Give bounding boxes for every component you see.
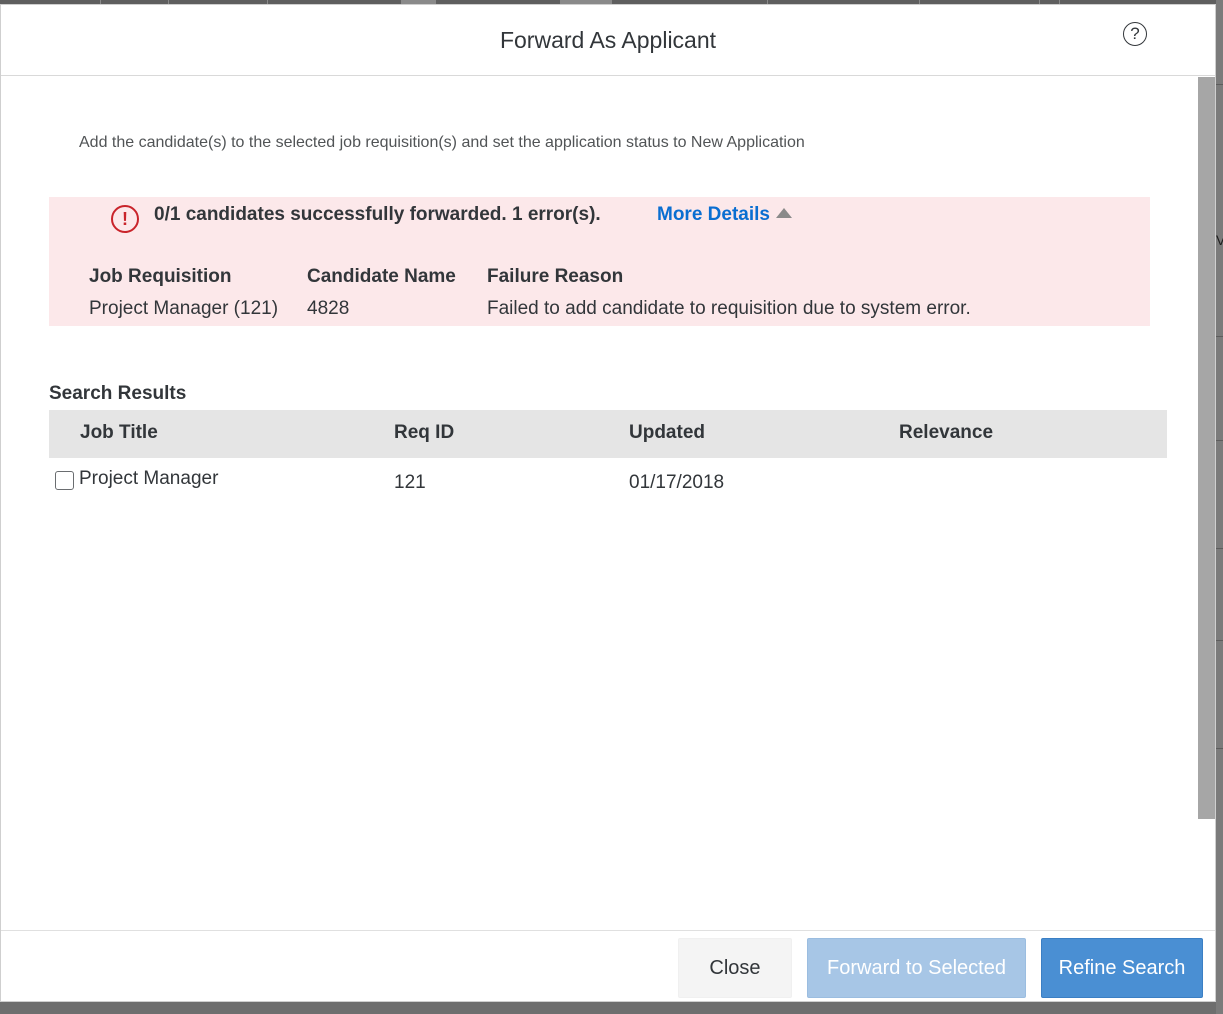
error-col-failure-reason: Failure Reason [487, 266, 624, 287]
more-details-label: More Details [657, 204, 770, 225]
dialog-description: Add the candidate(s) to the selected job… [79, 134, 805, 151]
dialog-body: Add the candidate(s) to the selected job… [1, 76, 1197, 930]
error-col-candidate-name: Candidate Name [307, 266, 456, 287]
error-message-strip: ! 0/1 candidates successfully forwarded.… [49, 197, 1150, 326]
backdrop-divider [1216, 748, 1223, 749]
backdrop-edge [1216, 0, 1223, 1014]
error-summary: 0/1 candidates successfully forwarded. 1… [154, 204, 601, 225]
results-table-header: Job Title Req ID Updated Relevance [49, 410, 1167, 458]
col-updated[interactable]: Updated [629, 422, 705, 444]
error-failure-reason: Failed to add candidate to requisition d… [487, 298, 971, 319]
backdrop-divider [1216, 440, 1223, 441]
backdrop-edge-glyph: V [1216, 232, 1223, 248]
dialog-header: Forward As Applicant ? [1, 5, 1215, 76]
help-icon[interactable]: ? [1123, 22, 1147, 46]
dialog-title: Forward As Applicant [499, 27, 717, 53]
error-col-job-requisition: Job Requisition [89, 266, 232, 287]
job-title-cell: Project Manager [79, 468, 219, 489]
req-id-cell: 121 [394, 472, 426, 493]
error-icon: ! [111, 205, 139, 233]
col-relevance[interactable]: Relevance [899, 422, 993, 444]
col-req-id[interactable]: Req ID [394, 422, 454, 444]
backdrop-divider [1216, 336, 1223, 337]
collapse-caret-icon [775, 208, 792, 218]
backdrop-divider [1216, 640, 1223, 641]
forward-as-applicant-dialog: Forward As Applicant ? Add the candidate… [0, 4, 1216, 1002]
table-row[interactable]: Project Manager 121 01/17/2018 [49, 458, 1167, 508]
error-job-requisition: Project Manager (121) [89, 298, 279, 319]
refine-search-button[interactable]: Refine Search [1041, 938, 1203, 998]
more-details-link[interactable]: More Details [657, 204, 792, 226]
updated-cell: 01/17/2018 [629, 472, 725, 493]
col-job-title[interactable]: Job Title [80, 422, 158, 444]
backdrop-divider [1216, 84, 1223, 85]
search-results-heading: Search Results [49, 383, 187, 404]
dialog-scrollbar-thumb[interactable] [1198, 77, 1215, 819]
close-button[interactable]: Close [678, 938, 792, 998]
row-select-checkbox[interactable] [55, 471, 74, 490]
backdrop-divider [1216, 548, 1223, 549]
forward-to-selected-button[interactable]: Forward to Selected [807, 938, 1026, 998]
dialog-footer: Close Forward to Selected Refine Search [1, 930, 1215, 1001]
error-candidate-name: 4828 [307, 298, 350, 319]
